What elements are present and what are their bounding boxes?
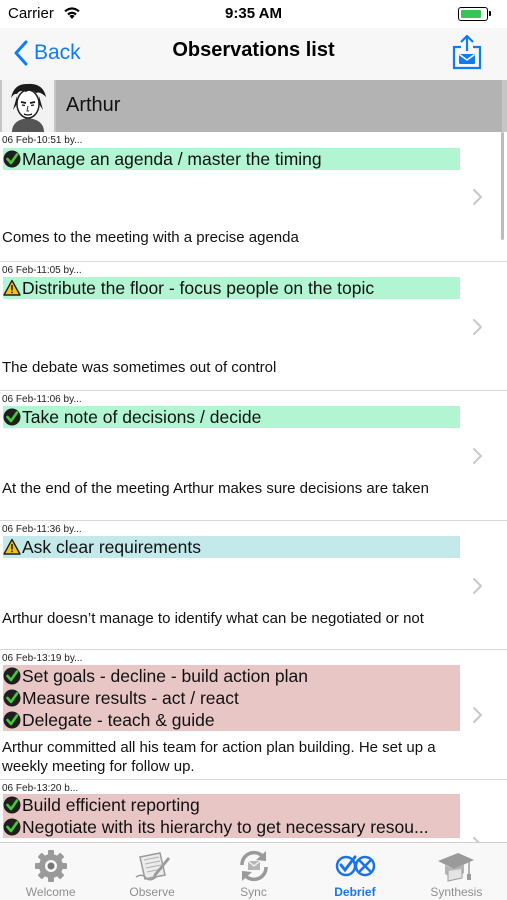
- check-circle-icon: [3, 667, 21, 685]
- share-email-button[interactable]: [451, 34, 483, 70]
- warning-icon: [3, 538, 21, 555]
- battery-fill: [460, 9, 481, 18]
- check-circle-icon: [3, 818, 21, 836]
- observation-date: 06 Feb-11:05 by...: [2, 265, 82, 276]
- skill-text: Measure results - act / react: [22, 687, 239, 708]
- observation-date: 06 Feb-11:06 by...: [2, 394, 82, 405]
- observation-comment: The debate was sometimes out of control: [2, 359, 277, 376]
- person-header: Arthur: [0, 80, 507, 132]
- notebook-icon: [135, 852, 171, 881]
- skill-text: Delegate - teach & guide: [22, 709, 215, 730]
- tab-label: Sync: [240, 885, 267, 899]
- skill-text: Set goals - decline - build action plan: [22, 665, 309, 686]
- page-title: Observations list: [172, 39, 335, 61]
- observation-date: 06 Feb-11:36 by...: [2, 524, 82, 535]
- navigation-bar: Back Observations list: [0, 28, 507, 80]
- gear-icon: [34, 850, 67, 882]
- chevron-right-icon: [473, 319, 482, 335]
- person-name: Arthur: [66, 94, 121, 116]
- warning-icon: [3, 279, 21, 296]
- clock: 9:35 AM: [225, 5, 282, 22]
- skill-text: Build efficient reporting: [22, 794, 200, 815]
- chevron-right-icon: [473, 448, 482, 464]
- observation-row[interactable]: 06 Feb-11:05 by... Distribute the floor -…: [0, 262, 507, 391]
- battery-nub: [489, 11, 491, 16]
- tab-label: Synthesis: [430, 885, 483, 899]
- skill-block: Build efficient reporting Negotiate with …: [3, 794, 460, 838]
- status-bar: Carrier 9:35 AM: [0, 0, 507, 28]
- tab-label: Debrief: [334, 885, 376, 899]
- check-circle-icon: [3, 150, 21, 168]
- skill-text: Ask clear requirements: [22, 536, 201, 557]
- observation-row[interactable]: 06 Feb-11:36 by... Ask clear requirements…: [0, 521, 507, 650]
- skill-text: Negotiate with its hierarchy to get nece…: [22, 816, 429, 837]
- debrief-checks-icon: [335, 855, 376, 877]
- skill-block: Take note of decisions / decide: [3, 406, 460, 428]
- observation-row[interactable]: 06 Feb-13:19 by... Set goals - decline - …: [0, 650, 507, 780]
- skill-line: Set goals - decline - build action plan: [3, 665, 460, 687]
- tab-label: Observe: [129, 885, 175, 899]
- skill-line: Take note of decisions / decide: [3, 406, 460, 428]
- skill-text: Manage an agenda / master the timing: [22, 148, 322, 169]
- tab-debrief[interactable]: Debrief: [304, 843, 405, 900]
- skill-block: Set goals - decline - build action plan M…: [3, 665, 460, 731]
- observation-date: 06 Feb-13:20 b...: [2, 783, 79, 794]
- observation-date: 06 Feb-13:19 by...: [2, 653, 83, 664]
- skill-line: Negotiate with its hierarchy to get nece…: [3, 816, 460, 838]
- skill-line: Manage an agenda / master the timing: [3, 148, 460, 170]
- skill-line: Ask clear requirements: [3, 536, 460, 558]
- observation-row[interactable]: 06 Feb-10:51 by... Manage an agenda / mas…: [0, 132, 507, 262]
- skill-block: Distribute the floor - focus people on t…: [3, 277, 460, 299]
- sync-icon: [239, 850, 268, 882]
- tab-observe[interactable]: Observe: [101, 843, 202, 900]
- tab-welcome[interactable]: Welcome: [0, 843, 101, 900]
- skill-text: Distribute the floor - focus people on t…: [22, 277, 375, 298]
- battery-icon: [458, 7, 488, 21]
- tab-bar: Welcome Observe Sync Debrief Synthesis: [0, 842, 507, 900]
- skill-block: Manage an agenda / master the timing: [3, 148, 460, 170]
- skill-line: Measure results - act / react: [3, 687, 460, 709]
- observation-row[interactable]: 06 Feb-11:06 by... Take note of decisions…: [0, 391, 507, 521]
- skill-line: Distribute the floor - focus people on t…: [3, 277, 460, 299]
- tab-label: Welcome: [25, 885, 76, 899]
- chevron-right-icon: [473, 707, 482, 723]
- tab-synthesis[interactable]: Synthesis: [406, 843, 507, 900]
- skill-line: Delegate - teach & guide: [3, 709, 460, 731]
- check-circle-icon: [3, 796, 21, 814]
- chevron-right-icon: [473, 189, 482, 205]
- observation-comment: Arthur committed all his team for action…: [2, 739, 436, 775]
- skill-text: Take note of decisions / decide: [22, 406, 262, 427]
- observations-list[interactable]: 06 Feb-10:51 by... Manage an agenda / mas…: [0, 132, 507, 842]
- observation-date: 06 Feb-10:51 by...: [2, 135, 83, 146]
- check-circle-icon: [3, 711, 21, 729]
- observation-comment: Arthur doesn’t manage to identify what c…: [2, 610, 424, 627]
- check-circle-icon: [3, 408, 21, 426]
- person-portrait-icon: [2, 80, 54, 132]
- skill-line: Build efficient reporting: [3, 794, 460, 816]
- observation-comment: Comes to the meeting with a precise agen…: [2, 229, 299, 246]
- tab-sync[interactable]: Sync: [203, 843, 304, 900]
- observation-row[interactable]: 06 Feb-13:20 b... Build efficient reporti…: [0, 780, 507, 842]
- observation-comment: At the end of the meeting Arthur makes s…: [2, 480, 429, 497]
- graduation-cap-icon: [438, 853, 475, 882]
- chevron-right-icon: [473, 578, 482, 594]
- person-name-bar: [56, 80, 502, 132]
- avatar: [2, 80, 54, 132]
- skill-block: Ask clear requirements: [3, 536, 460, 558]
- scroll-indicator[interactable]: [501, 132, 504, 240]
- check-circle-icon: [3, 689, 21, 707]
